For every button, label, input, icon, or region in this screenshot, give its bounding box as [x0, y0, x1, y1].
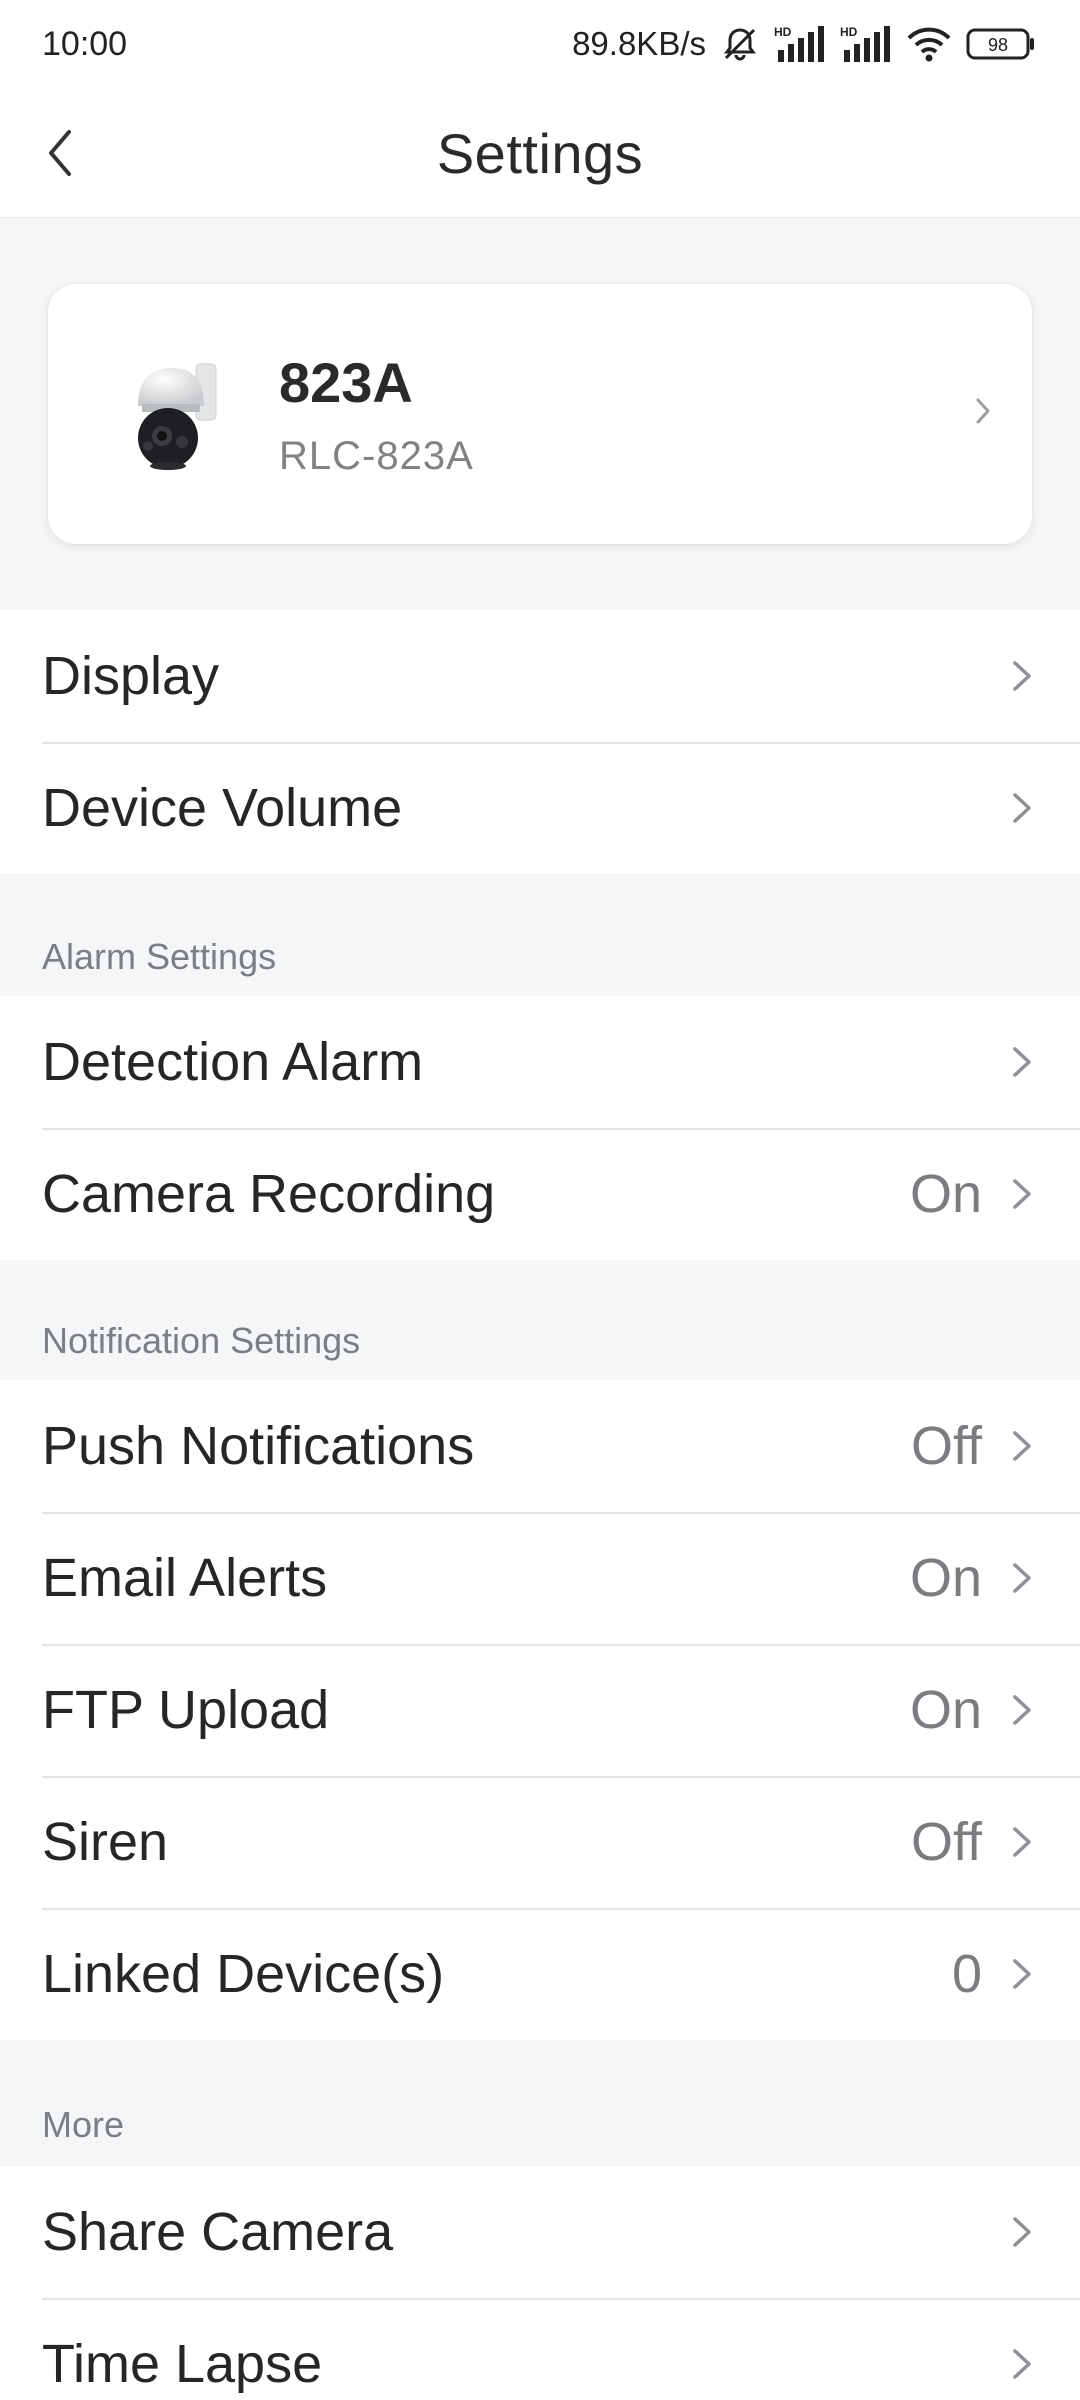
hd-signal-icon: HD	[840, 24, 892, 64]
device-volume-row[interactable]: Device Volume	[0, 742, 1080, 874]
general-section: Display Device Volume	[0, 610, 1080, 874]
row-label: Detection Alarm	[42, 1032, 424, 1092]
row-label: Device Volume	[42, 778, 403, 838]
ptz-camera-image	[138, 363, 217, 470]
share-camera-row[interactable]: Share Camera	[0, 2166, 1080, 2298]
row-label: FTP Upload	[42, 1680, 330, 1740]
email-alerts-row[interactable]: Email Alerts On	[0, 1512, 1080, 1644]
chevron-right-icon	[1013, 661, 1031, 691]
time-lapse-row[interactable]: Time Lapse	[0, 2298, 1080, 2400]
display-row[interactable]: Display	[0, 610, 1080, 742]
mute-bell-icon	[720, 24, 760, 64]
row-value: On	[909, 1548, 982, 1608]
detection-alarm-row[interactable]: Detection Alarm	[0, 996, 1080, 1128]
siren-row[interactable]: Siren Off	[0, 1776, 1080, 1908]
chevron-right-icon	[1013, 1563, 1031, 1593]
row-label: Display	[42, 646, 220, 706]
camera-recording-row[interactable]: Camera Recording On	[0, 1128, 1080, 1260]
row-label: Share Camera	[42, 2202, 394, 2262]
ftp-upload-row[interactable]: FTP Upload On	[0, 1644, 1080, 1776]
row-label: Camera Recording	[42, 1164, 496, 1224]
row-label: Linked Device(s)	[42, 1944, 445, 2004]
chevron-right-icon	[1013, 2349, 1031, 2379]
svg-text:HD: HD	[840, 25, 858, 39]
chevron-right-icon	[976, 398, 990, 424]
svg-text:HD: HD	[774, 25, 792, 39]
chevron-right-icon	[1013, 1179, 1031, 1209]
row-value: Off	[910, 1812, 982, 1872]
alarm-settings-title: Alarm Settings	[42, 936, 277, 977]
hd-signal-icon: HD	[774, 24, 826, 64]
row-label: Time Lapse	[42, 2334, 323, 2394]
app-header: Settings	[0, 88, 1080, 218]
status-bar: 10:00 89.8KB/s HD HD 98	[0, 0, 1080, 88]
row-value: On	[909, 1680, 982, 1740]
row-value: 0	[951, 1944, 982, 2004]
chevron-right-icon	[1013, 1827, 1031, 1857]
battery-level: 98	[988, 35, 1008, 55]
row-label: Siren	[42, 1812, 169, 1872]
device-card[interactable]: 823A RLC-823A	[48, 284, 1032, 544]
more-title: More	[42, 2104, 125, 2145]
chevron-right-icon	[1013, 2217, 1031, 2247]
chevron-right-icon	[1013, 793, 1031, 823]
battery-icon: 98	[966, 26, 1036, 62]
status-icons: 89.8KB/s HD HD 98	[572, 24, 1036, 64]
row-value: On	[909, 1164, 982, 1224]
more-section: Share Camera Time Lapse	[0, 2166, 1080, 2400]
chevron-right-icon	[1013, 1695, 1031, 1725]
chevron-right-icon	[1013, 1959, 1031, 1989]
notification-section: Push Notifications Off Email Alerts On F…	[0, 1380, 1080, 2040]
settings-screen: 10:00 89.8KB/s HD HD 98 Settings 823A RL…	[0, 0, 1080, 2400]
push-notifications-row[interactable]: Push Notifications Off	[0, 1380, 1080, 1512]
chevron-right-icon	[1013, 1047, 1031, 1077]
row-value: Off	[910, 1416, 982, 1476]
wifi-icon	[906, 24, 952, 64]
network-speed: 89.8KB/s	[572, 25, 706, 62]
status-time: 10:00	[42, 24, 128, 63]
row-label: Push Notifications	[42, 1416, 475, 1476]
device-model: RLC-823A	[279, 434, 474, 478]
notification-settings-title: Notification Settings	[42, 1320, 361, 1361]
chevron-right-icon	[1013, 1431, 1031, 1461]
row-label: Email Alerts	[42, 1548, 328, 1608]
alarm-section: Detection Alarm Camera Recording On	[0, 996, 1080, 1260]
linked-devices-row[interactable]: Linked Device(s) 0	[0, 1908, 1080, 2040]
page-title: Settings	[436, 121, 644, 185]
device-name: 823A	[279, 351, 413, 414]
